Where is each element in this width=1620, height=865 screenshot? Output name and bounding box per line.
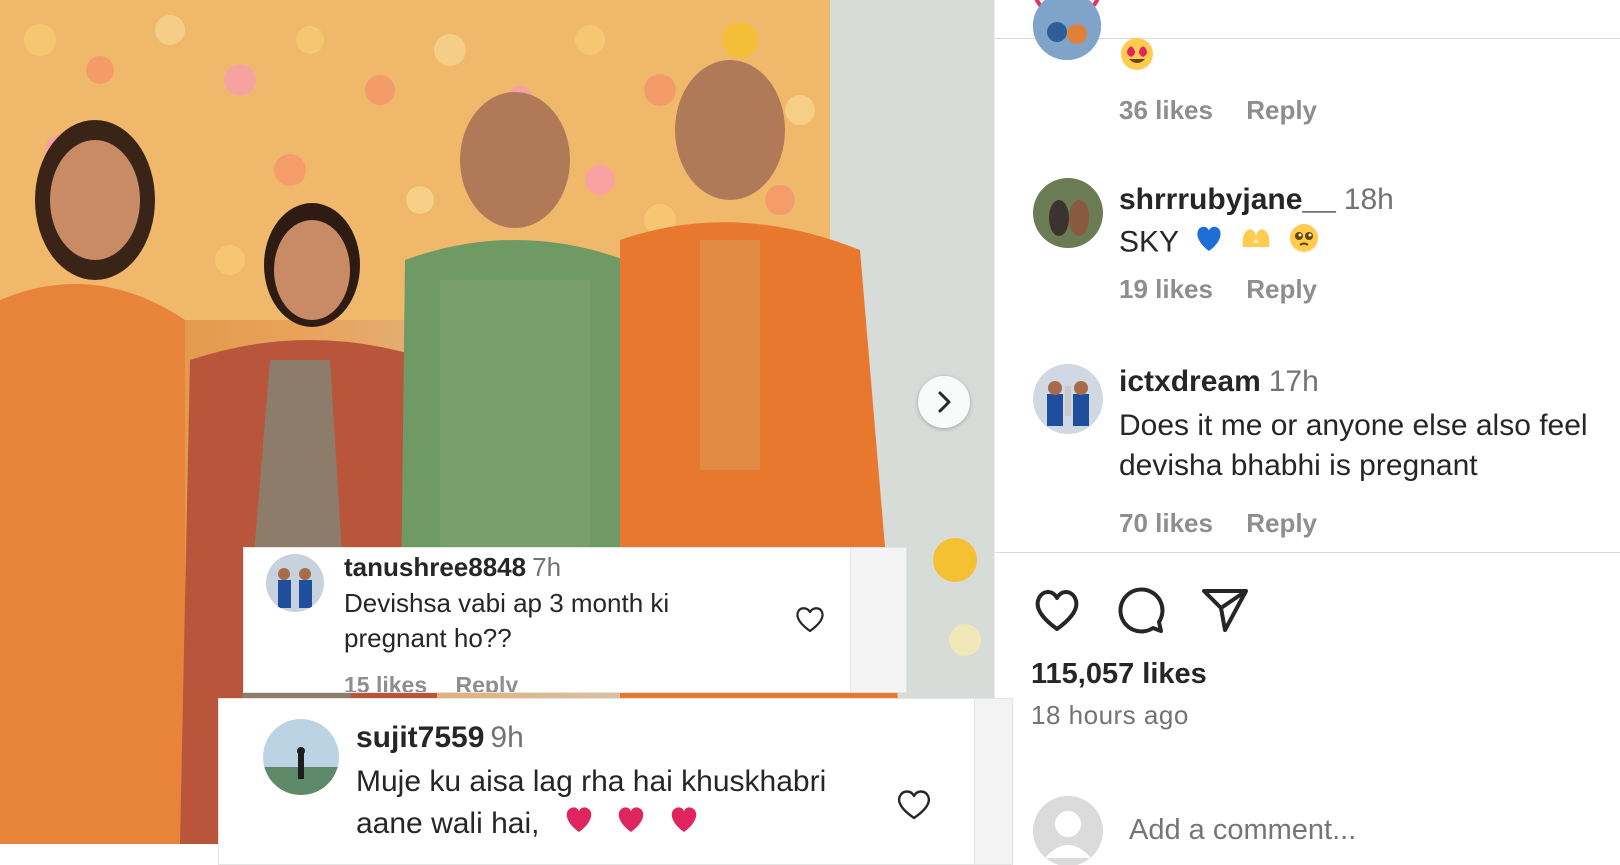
comment-likes[interactable]: 70 likes: [1119, 508, 1213, 538]
comment-likes[interactable]: 36 likes: [1119, 95, 1213, 125]
comment-username[interactable]: tanushree8848 7h: [344, 552, 561, 583]
chevron-right-icon: [938, 391, 951, 413]
comment-time: 18h: [1343, 183, 1394, 216]
overlay-comment-card: sujit7559 9h Muje ku aisa lag rha hai khu…: [218, 698, 1013, 865]
comment-meta: 70 likes Reply: [1119, 508, 1317, 539]
comment-likes[interactable]: 19 likes: [1119, 274, 1213, 304]
reply-button[interactable]: Reply: [1246, 508, 1317, 538]
card-edge: [974, 699, 1012, 864]
red-heart-emoji: [667, 804, 701, 846]
heart-icon: [1035, 590, 1079, 631]
like-comment-button[interactable]: [895, 787, 933, 826]
smiling-face-heart-eyes-emoji: [1119, 36, 1155, 72]
commenter-avatar[interactable]: [1033, 0, 1101, 60]
red-heart-emoji: [614, 804, 648, 846]
comment-text: Devishsa vabi ap 3 month ki pregnant ho?…: [344, 588, 670, 653]
comment-time: 9h: [490, 721, 524, 754]
comment-icon: [1118, 587, 1165, 634]
comment-button[interactable]: [1115, 584, 1167, 636]
current-user-avatar: [1033, 796, 1103, 865]
comment-text: Muje ku aisa lag rha hai khuskhabri aane…: [356, 761, 826, 846]
comment-text: Does it me or anyone else also feel devi…: [1119, 409, 1588, 482]
avatar-image: [263, 719, 339, 795]
divider: [995, 552, 1620, 553]
like-comment-button[interactable]: [794, 604, 826, 639]
blue-heart-emoji: [1193, 223, 1225, 264]
comment-time: 17h: [1268, 365, 1319, 398]
comment-meta: 15 likes Reply: [344, 672, 519, 692]
reply-button[interactable]: Reply: [456, 672, 519, 692]
heart-hands-emoji: [1239, 223, 1273, 264]
card-edge: [850, 548, 906, 692]
overlay-comment-card: tanushree8848 7h Devishsa vabi ap 3 month…: [243, 547, 907, 693]
comment-meta: 36 likes Reply: [1119, 95, 1317, 126]
like-button[interactable]: [1031, 584, 1083, 636]
comment-text: SKY: [1119, 222, 1620, 265]
reply-button[interactable]: Reply: [1246, 95, 1317, 125]
send-icon: [1202, 589, 1248, 632]
avatar-image: [1033, 364, 1103, 434]
comment-username[interactable]: shrrrubyjane__ 18h: [1119, 183, 1394, 217]
avatar-image: [1033, 178, 1103, 248]
comment-time: 7h: [532, 552, 562, 582]
post-timestamp: 18 hours ago: [1031, 700, 1189, 730]
comment-username[interactable]: sujit7559 9h: [356, 721, 524, 755]
commenter-avatar[interactable]: [263, 719, 339, 795]
comment-username[interactable]: ictxdream 17h: [1119, 365, 1319, 399]
comment-meta: 19 likes Reply: [1119, 274, 1317, 305]
share-button[interactable]: [1199, 584, 1251, 636]
avatar-image: [1033, 0, 1101, 60]
next-photo-button[interactable]: [918, 376, 970, 428]
default-avatar-icon: [1033, 796, 1103, 865]
reply-button[interactable]: Reply: [1246, 274, 1317, 304]
commenter-avatar[interactable]: [266, 554, 324, 612]
add-comment-input[interactable]: [1129, 814, 1589, 847]
heart-outline-icon: [897, 790, 931, 820]
commenter-avatar[interactable]: [1033, 178, 1103, 248]
comments-panel: 36 likes Reply shrrrubyjane__ 18h SKY 19 …: [994, 0, 1620, 865]
red-heart-emoji: [562, 804, 596, 846]
heart-outline-icon: [796, 607, 824, 633]
comment-likes[interactable]: 15 likes: [344, 672, 427, 692]
pleading-face-emoji: [1288, 222, 1320, 265]
post-likes-count[interactable]: 115,057 likes: [1031, 658, 1207, 691]
commenter-avatar[interactable]: [1033, 364, 1103, 434]
avatar-image: [266, 554, 324, 612]
